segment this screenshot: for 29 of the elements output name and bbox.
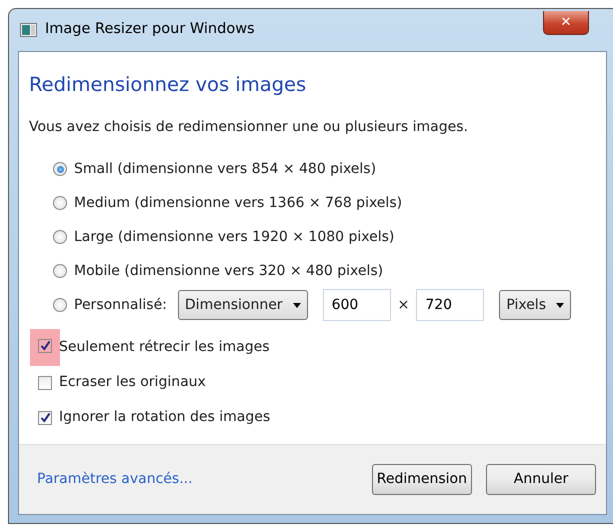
dialog-heading: Redimensionnez vos images — [29, 72, 308, 98]
radio-button[interactable] — [53, 264, 67, 278]
close-button[interactable]: ✕ — [543, 11, 589, 35]
radio-button[interactable] — [53, 230, 67, 244]
radio-button[interactable] — [53, 298, 67, 312]
dialog-button[interactable]: Annuler — [486, 464, 596, 495]
app-icon — [20, 22, 37, 38]
radio-button[interactable] — [53, 196, 67, 210]
checkbox[interactable] — [38, 410, 52, 425]
unit-dropdown[interactable]: Pixels — [499, 290, 571, 320]
checkbox-label[interactable]: Ecraser les originaux — [59, 372, 206, 394]
radio-label[interactable]: Large (dimensionne vers 1920 × 1080 pixels) — [74, 226, 394, 248]
checkbox[interactable] — [38, 338, 52, 353]
times-sign: × — [398, 296, 410, 315]
radio-label[interactable]: Small (dimensionne vers 854 × 480 pixels) — [74, 158, 376, 180]
description-text: Vous avez choisis de redimensionner une ou plusieurs images. — [29, 118, 469, 138]
radio-label[interactable]: Mobile (dimensionne vers 320 × 480 pixels) — [74, 260, 384, 282]
radio-button[interactable] — [53, 162, 67, 176]
advanced-settings-link[interactable]: Paramètres avancés... — [37, 469, 193, 490]
window-title: Image Resizer pour Windows — [45, 20, 255, 40]
height-field[interactable]: 720 — [416, 289, 484, 322]
checkbox-label[interactable]: Ignorer la rotation des images — [59, 407, 270, 428]
width-field[interactable]: 600 — [322, 289, 391, 322]
radio-label[interactable]: Medium (dimensionne vers 1366 × 768 pixels) — [74, 192, 402, 214]
radio-label[interactable]: Personnalisé: — [74, 294, 167, 316]
checkbox-label[interactable]: Seulement rétrecir les images — [59, 337, 270, 358]
mode-dropdown[interactable]: Dimensionner — [178, 290, 308, 320]
dialog-button[interactable]: Redimension — [372, 464, 472, 495]
checkbox[interactable] — [38, 376, 52, 390]
